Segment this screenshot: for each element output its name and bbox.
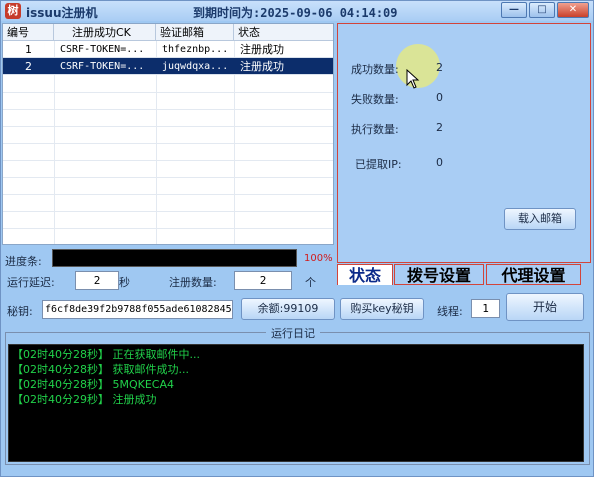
- exec-count-label: 执行数量:: [351, 123, 399, 136]
- delay-input[interactable]: 2: [75, 271, 119, 290]
- table-row[interactable]: 1 CSRF-TOKEN=... thfeznbp... 注册成功: [3, 41, 333, 58]
- fail-count-value: 0: [436, 91, 443, 104]
- cell-status: 注册成功: [240, 43, 284, 56]
- column-header-id[interactable]: 编号: [3, 24, 54, 41]
- reg-count-unit: 个: [305, 276, 316, 289]
- app-logo-icon: 树: [5, 3, 21, 19]
- tab-status[interactable]: 状态: [337, 264, 393, 285]
- progress-percent: 100%: [304, 253, 333, 264]
- extracted-ip-value: 0: [436, 156, 443, 169]
- delay-unit: 秒: [119, 276, 130, 289]
- column-header-status[interactable]: 状态: [234, 24, 333, 41]
- progress-label: 进度条:: [5, 255, 42, 268]
- reg-count-label: 注册数量:: [169, 276, 217, 289]
- grid-line: [3, 228, 333, 229]
- cell-status: 注册成功: [240, 60, 284, 73]
- cell-email: thfeznbp...: [162, 44, 229, 55]
- success-count-label: 成功数量:: [351, 63, 399, 76]
- progress-bar: [52, 249, 297, 267]
- grid-line: [3, 160, 333, 161]
- grid-line: [3, 194, 333, 195]
- log-line: 【02时40分28秒】 正在获取邮件中...: [12, 348, 200, 361]
- grid-line: [3, 92, 333, 93]
- log-title: 运行日记: [266, 325, 320, 341]
- table-header: 编号 注册成功CK 验证邮箱 状态: [3, 24, 333, 41]
- close-button[interactable]: ✕: [557, 2, 589, 18]
- cell-ck: CSRF-TOKEN=...: [60, 44, 145, 55]
- progress-fill: [53, 250, 296, 266]
- delay-label: 运行延迟:: [7, 276, 55, 289]
- key-input[interactable]: f6cf8de39f2b9788f055ade610828450: [42, 300, 233, 319]
- start-button[interactable]: 开始: [506, 293, 584, 321]
- threads-label: 线程:: [437, 305, 463, 318]
- key-label: 秘钥:: [7, 305, 33, 318]
- expire-time: 到期时间为:2025-09-06 04:14:09: [193, 6, 398, 20]
- grid-line: [3, 126, 333, 127]
- grid-line: [3, 143, 333, 144]
- tab-dial-settings[interactable]: 拨号设置: [394, 264, 484, 285]
- success-count-value: 2: [436, 61, 443, 74]
- maximize-button[interactable]: □: [529, 2, 555, 18]
- cell-ck: CSRF-TOKEN=...: [60, 61, 145, 72]
- fail-count-label: 失败数量:: [351, 93, 399, 106]
- log-line: 【02时40分28秒】 获取邮件成功...: [12, 363, 189, 376]
- exec-count-value: 2: [436, 121, 443, 134]
- cell-id: 1: [25, 43, 32, 56]
- reg-count-input[interactable]: 2: [234, 271, 292, 290]
- minimize-button[interactable]: —: [501, 2, 527, 18]
- column-header-ck[interactable]: 注册成功CK: [54, 24, 156, 41]
- load-email-button[interactable]: 载入邮箱: [504, 208, 576, 230]
- results-table[interactable]: 编号 注册成功CK 验证邮箱 状态 1 CSRF-TOKEN=... thfez…: [2, 23, 334, 245]
- log-line: 【02时40分28秒】 5MQKECA4: [12, 378, 175, 391]
- cell-id: 2: [25, 60, 32, 73]
- buy-key-button[interactable]: 购买key秘钥: [340, 298, 424, 320]
- log-line: 【02时40分29秒】 注册成功: [12, 393, 157, 406]
- table-row[interactable]: 2 CSRF-TOKEN=... juqwdqxa... 注册成功: [3, 58, 333, 75]
- mouse-cursor-icon: [406, 69, 420, 89]
- cell-email: juqwdqxa...: [162, 61, 229, 72]
- grid-line: [3, 211, 333, 212]
- balance-button[interactable]: 余额:99109: [241, 298, 335, 320]
- column-header-email[interactable]: 验证邮箱: [156, 24, 234, 41]
- main-window: 树 issuu注册机 到期时间为:2025-09-06 04:14:09 — □…: [0, 0, 594, 477]
- threads-input[interactable]: 1: [471, 299, 500, 318]
- grid-line: [3, 177, 333, 178]
- title-bar[interactable]: 树 issuu注册机 到期时间为:2025-09-06 04:14:09 — □…: [1, 1, 593, 21]
- tab-proxy-settings[interactable]: 代理设置: [486, 264, 581, 285]
- app-title: issuu注册机: [26, 6, 98, 20]
- extracted-ip-label: 已提取IP:: [355, 158, 402, 171]
- grid-line: [3, 109, 333, 110]
- log-output[interactable]: 【02时40分28秒】 正在获取邮件中... 【02时40分28秒】 获取邮件成…: [8, 344, 584, 462]
